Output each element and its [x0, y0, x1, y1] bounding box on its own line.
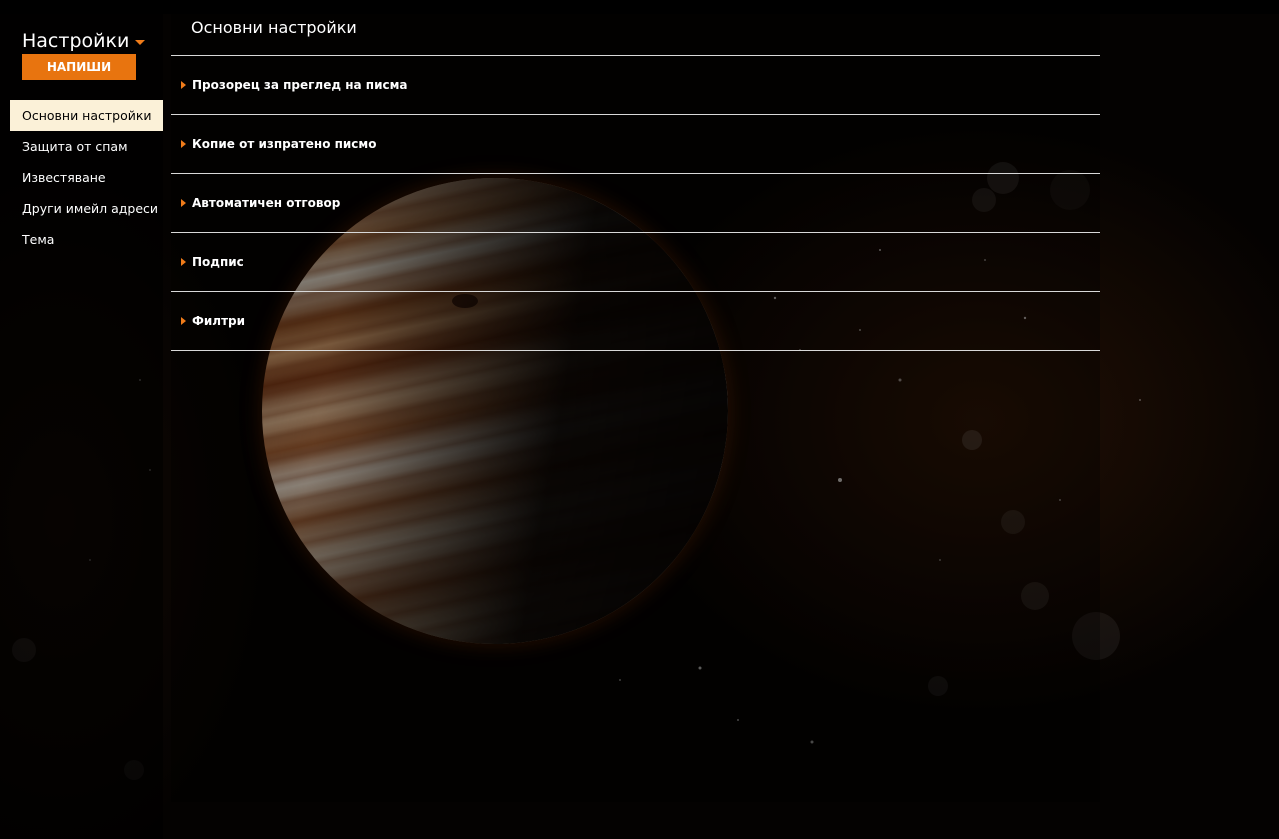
- section-label: Копие от изпратено писмо: [192, 137, 377, 151]
- section-label: Подпис: [192, 255, 244, 269]
- caret-down-icon: [135, 39, 146, 45]
- caret-right-icon: [181, 317, 186, 325]
- section-preview-pane[interactable]: Прозорец за преглед на писма: [171, 56, 1100, 115]
- caret-right-icon: [181, 140, 186, 148]
- section-sent-copy[interactable]: Копие от изпратено писмо: [171, 115, 1100, 174]
- caret-right-icon: [181, 258, 186, 266]
- section-auto-reply[interactable]: Автоматичен отговор: [171, 174, 1100, 233]
- settings-nav: Основни настройки Защита от спам Известя…: [10, 100, 163, 255]
- compose-button[interactable]: НАПИШИ: [22, 54, 136, 80]
- sidebar-item-spam-protection[interactable]: Защита от спам: [10, 131, 163, 162]
- settings-sections: Прозорец за преглед на писма Копие от из…: [171, 55, 1100, 351]
- page-title: Основни настройки: [191, 18, 357, 37]
- section-filters[interactable]: Филтри: [171, 292, 1100, 351]
- sidebar-item-general-settings[interactable]: Основни настройки: [10, 100, 163, 131]
- sidebar-item-other-email-addresses[interactable]: Други имейл адреси: [10, 193, 163, 224]
- settings-menu-title[interactable]: Настройки: [22, 30, 146, 52]
- sidebar-item-theme[interactable]: Тема: [10, 224, 163, 255]
- settings-title-label: Настройки: [22, 30, 130, 52]
- sidebar-item-notifications[interactable]: Известяване: [10, 162, 163, 193]
- section-signature[interactable]: Подпис: [171, 233, 1100, 292]
- section-label: Прозорец за преглед на писма: [192, 78, 408, 92]
- sidebar: Настройки НАПИШИ Основни настройки Защит…: [0, 14, 163, 839]
- section-label: Филтри: [192, 314, 246, 328]
- caret-right-icon: [181, 81, 186, 89]
- settings-page: Настройки НАПИШИ Основни настройки Защит…: [0, 0, 1279, 839]
- caret-right-icon: [181, 199, 186, 207]
- section-label: Автоматичен отговор: [192, 196, 341, 210]
